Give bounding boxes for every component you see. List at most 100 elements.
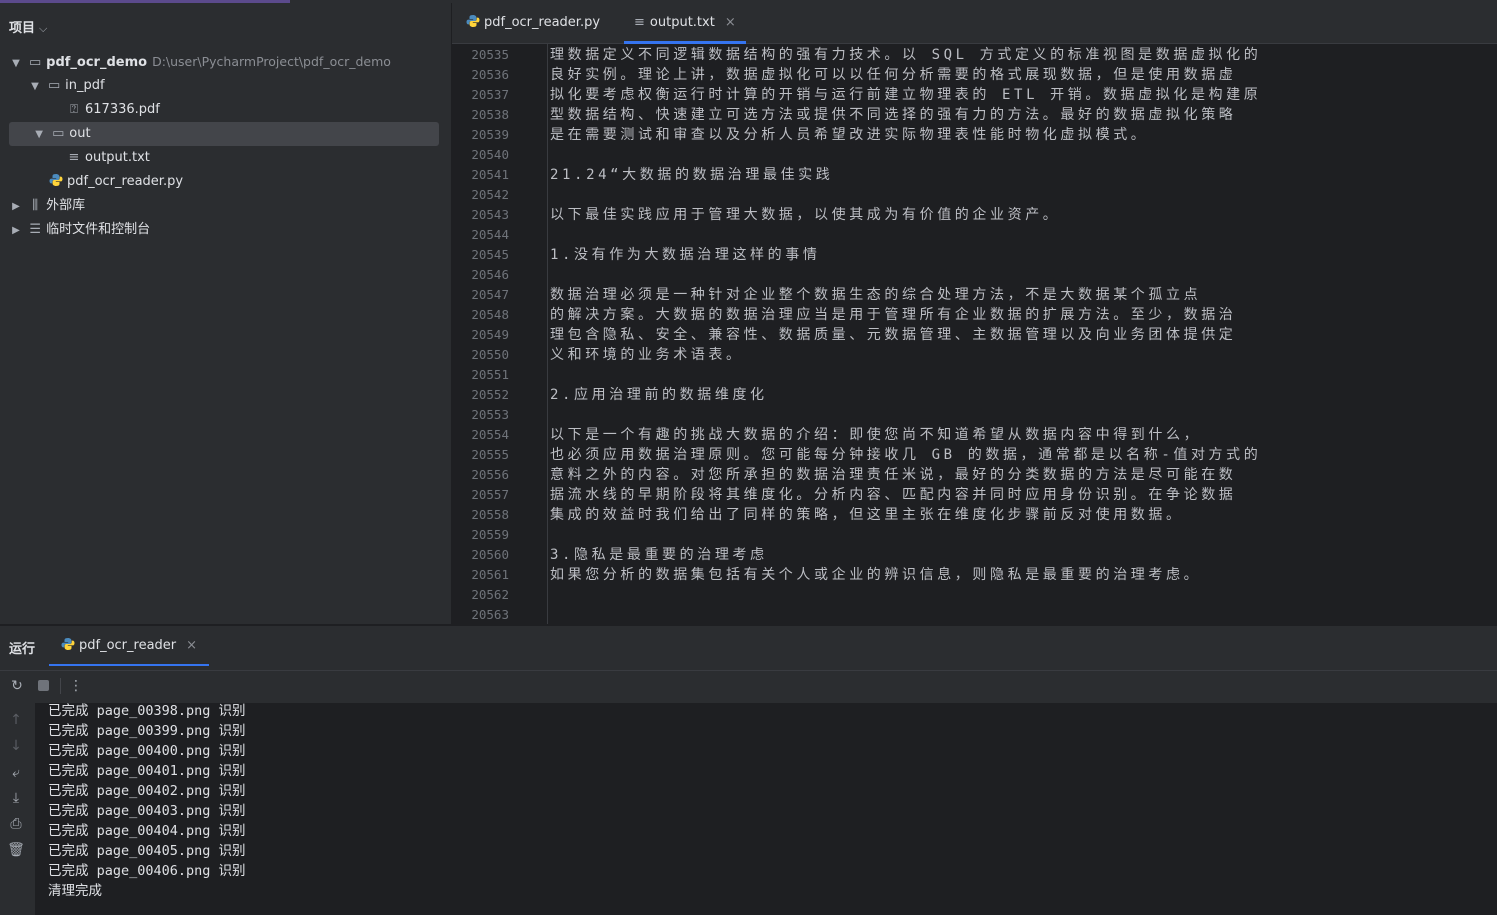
console-line: 已完成 page_00399.png 识别 bbox=[48, 723, 246, 739]
project-panel-title: 项目 bbox=[9, 21, 36, 36]
console-output[interactable]: 已完成 page_00398.png 识别 已完成 page_00399.png … bbox=[35, 703, 1497, 915]
library-icon: ⫼ bbox=[32, 198, 39, 213]
folder-icon: ▭ bbox=[52, 126, 65, 141]
tree-item-label: out bbox=[69, 126, 91, 141]
console-side-toolbar: ↑ ↓ ⤶ ⤓ ⎙ 🗑 bbox=[0, 703, 34, 915]
line-number: 20560 bbox=[471, 547, 509, 562]
run-toolbar: ↻ ⋮ bbox=[0, 670, 1497, 701]
line-number: 20561 bbox=[471, 567, 509, 582]
chevron-down-icon[interactable]: ⌵ bbox=[39, 22, 47, 35]
stop-icon[interactable] bbox=[34, 677, 52, 695]
code-line: 以下是一个有趣的挑战大数据的介绍：即使您尚不知道希望从数据内容中得到什么， bbox=[550, 427, 1202, 443]
chevron-down-icon[interactable]: ▼ bbox=[9, 52, 23, 76]
code-line: 意料之外的内容。对您所承担的数据治理责任米说，最好的分类数据的方法是尽可能在数 bbox=[550, 467, 1237, 483]
tree-item-label: 617336.pdf bbox=[85, 102, 160, 117]
chevron-down-icon[interactable]: ▼ bbox=[32, 123, 46, 147]
console-line: 清理完成 bbox=[48, 883, 102, 899]
line-number: 20548 bbox=[471, 307, 509, 322]
arrow-up-icon[interactable]: ↑ bbox=[7, 711, 25, 729]
scroll-to-end-icon[interactable]: ⤓ bbox=[7, 789, 25, 807]
tab-label: output.txt bbox=[649, 15, 715, 30]
line-number: 20539 bbox=[471, 127, 509, 142]
code-line: 理包含隐私、安全、兼容性、数据质量、元数据管理、主数据管理以及向业务团体提供定 bbox=[550, 327, 1237, 343]
close-icon[interactable]: × bbox=[725, 15, 736, 30]
line-number: 20562 bbox=[471, 587, 509, 602]
text-file-icon: ≡ bbox=[68, 150, 80, 165]
line-number: 20543 bbox=[471, 207, 509, 222]
chevron-right-icon[interactable]: ▶ bbox=[9, 219, 23, 243]
folder-icon: ▭ bbox=[47, 78, 61, 93]
code-line: 21.24“大数据的数据治理最佳实践 bbox=[550, 167, 834, 183]
line-number: 20546 bbox=[471, 267, 509, 282]
run-tab-label: pdf_ocr_reader bbox=[79, 638, 177, 653]
tree-item-label: 临时文件和控制台 bbox=[46, 222, 151, 237]
chevron-down-icon[interactable]: ▼ bbox=[28, 75, 42, 99]
console-line: 已完成 page_00406.png 识别 bbox=[48, 863, 246, 879]
line-number: 20544 bbox=[471, 227, 509, 242]
code-line: 也必须应用数据治理原则。您可能每分钟接收几 GB 的数据，通常都是以名称-值对方… bbox=[550, 447, 1262, 463]
line-number: 20550 bbox=[471, 347, 509, 362]
editor: pdf_ocr_reader.py ≡ output.txt × 20535 2053… bbox=[452, 3, 1497, 624]
chevron-right-icon[interactable]: ▶ bbox=[9, 195, 23, 219]
console-line: 已完成 page_00400.png 识别 bbox=[48, 743, 246, 759]
line-number: 20551 bbox=[471, 367, 509, 382]
toolbar-separator bbox=[60, 678, 61, 694]
scratches-icon: ☰ bbox=[29, 222, 41, 237]
code-line: 数据治理必须是一种针对企业整个数据生态的综合处理方法，不是大数据某个孤立点 bbox=[550, 287, 1202, 303]
code-line: 是在需要测试和审查以及分析人员希望改进实际物理表性能时物化虚拟模式。 bbox=[550, 127, 1149, 143]
more-options-icon[interactable]: ⋮ bbox=[67, 677, 85, 695]
project-path: D:\user\PycharmProject\pdf_ocr_demo bbox=[152, 54, 391, 69]
soft-wrap-icon[interactable]: ⤶ bbox=[7, 764, 25, 782]
tree-item-scratches-consoles[interactable]: ▶ ☰ 临时文件和控制台 bbox=[9, 218, 150, 242]
code-line: 集成的效益时我们给出了同样的策略，但这里主张在维度化步骤前反对使用数据。 bbox=[550, 507, 1184, 523]
rerun-icon[interactable]: ↻ bbox=[8, 677, 26, 695]
tree-item-in-pdf[interactable]: ▼ ▭ in_pdf bbox=[28, 74, 105, 99]
code-line: 理数据定义不同逻辑数据结构的强有力技术。以 SQL 方式定义的标准视图是数据虚拟… bbox=[550, 47, 1262, 63]
tree-item-output-txt[interactable]: ≡ output.txt bbox=[66, 146, 150, 170]
tree-item-pdf-ocr-demo[interactable]: ▼ ▭ pdf_ocr_demo D:\user\PycharmProject\pd… bbox=[9, 50, 391, 74]
line-number: 20554 bbox=[471, 427, 509, 442]
tab-pdf-ocr-reader-py[interactable]: pdf_ocr_reader.py bbox=[466, 3, 600, 43]
line-number: 20555 bbox=[471, 447, 509, 462]
line-number: 20558 bbox=[471, 507, 509, 522]
line-number: 20540 bbox=[471, 147, 509, 162]
line-number: 20542 bbox=[471, 187, 509, 202]
line-number: 20557 bbox=[471, 487, 509, 502]
code-line: 的解决方案。大数据的数据治理应当是用于管理所有企业数据的扩展方法。至少，数据治 bbox=[550, 307, 1237, 323]
project-panel: 项目 ⌵ ▼ ▭ pdf_ocr_demo D:\user\PycharmProjec… bbox=[0, 3, 451, 624]
tree-item-pdf-ocr-reader-py[interactable]: pdf_ocr_reader.py bbox=[49, 170, 183, 194]
arrow-down-icon[interactable]: ↓ bbox=[7, 737, 25, 755]
trash-icon[interactable]: 🗑 bbox=[7, 841, 25, 859]
line-number: 20552 bbox=[471, 387, 509, 402]
close-icon[interactable]: × bbox=[186, 638, 197, 653]
console-line: 已完成 page_00401.png 识别 bbox=[48, 763, 246, 779]
tree-item-out[interactable]: ▼ ▭ out bbox=[9, 122, 439, 146]
tab-output-txt[interactable]: ≡ output.txt × bbox=[624, 3, 746, 44]
python-file-icon bbox=[49, 174, 63, 186]
python-file-icon bbox=[466, 15, 480, 27]
python-file-icon bbox=[61, 638, 75, 650]
line-number: 20537 bbox=[471, 87, 509, 102]
tree-item-external-libraries[interactable]: ▶ ⫼ 外部库 bbox=[9, 194, 85, 218]
code-line: 3.隐私是最重要的治理考虑 bbox=[550, 547, 768, 563]
code-line: 以下最佳实践应用于管理大数据，以使其成为有价值的企业资产。 bbox=[550, 207, 1061, 223]
line-number: 20538 bbox=[471, 107, 509, 122]
line-number: 20556 bbox=[471, 467, 509, 482]
run-tab[interactable]: pdf_ocr_reader × bbox=[49, 626, 210, 666]
code-line: 2.应用治理前的数据维度化 bbox=[550, 387, 768, 403]
active-tab-indicator bbox=[624, 41, 746, 44]
code-line: 据流水线的早期阶段将其维度化。分析内容、匹配内容并同时应用身份识别。在争论数据 bbox=[550, 487, 1237, 503]
line-number: 20545 bbox=[471, 247, 509, 262]
code-line: 义和环境的业务术语表。 bbox=[550, 347, 744, 363]
tree-item-label: in_pdf bbox=[65, 78, 105, 93]
tree-item-label: pdf_ocr_demo bbox=[46, 55, 148, 70]
project-panel-header[interactable]: 项目 ⌵ bbox=[9, 17, 47, 36]
tree-item-pdf-file[interactable]: ⍰ 617336.pdf bbox=[66, 98, 160, 122]
run-panel: 运行 pdf_ocr_reader × ↻ ⋮ ↑ ↓ ⤶ ⤓ ⎙ 🗑 已完成 p… bbox=[0, 625, 1497, 915]
text-file-icon: ≡ bbox=[634, 15, 645, 30]
code-line: 良好实例。理论上讲，数据虚拟化可以以任何分析需要的格式展现数据，但是使用数据虚 bbox=[550, 67, 1237, 83]
code-line: 如果您分析的数据集包括有关个人或企业的辨识信息，则隐私是最重要的治理考虑。 bbox=[550, 567, 1202, 583]
editor-tabs: pdf_ocr_reader.py ≡ output.txt × bbox=[452, 3, 1497, 44]
print-icon[interactable]: ⎙ bbox=[7, 815, 25, 833]
line-number-gutter: 20535 20536 20537 20538 20539 20540 20541 20542… bbox=[452, 44, 548, 624]
